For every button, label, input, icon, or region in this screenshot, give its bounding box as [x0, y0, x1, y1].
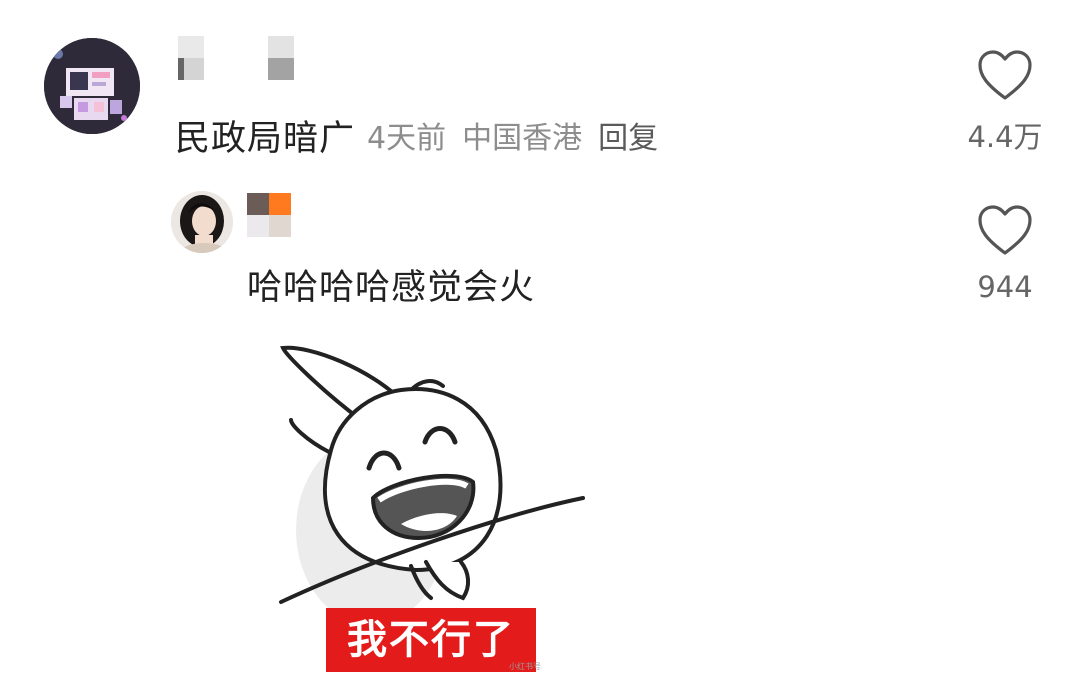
sticker-watermark: 小红书号 [509, 662, 541, 671]
pixel-robot-avatar-image [44, 38, 140, 134]
like-count: 4.4万 [967, 120, 1043, 154]
commenter-avatar[interactable] [44, 38, 140, 134]
comment-row: 民政局暗广 4天前 中国香港 回复 [175, 110, 658, 160]
like-count: 944 [977, 270, 1033, 304]
sticker-caption: 我不行了 [326, 608, 536, 672]
heart-outline-icon[interactable] [976, 203, 1034, 259]
comment-text: 民政局暗广 [175, 118, 356, 159]
replier-username-censored[interactable] [247, 193, 297, 237]
heart-outline-icon[interactable] [976, 48, 1034, 104]
comment-location: 中国香港 [462, 121, 583, 156]
sticker-image[interactable]: 我不行了 小红书号 [251, 330, 607, 692]
replier-avatar[interactable] [171, 191, 233, 253]
comment-time: 4天前 [367, 121, 447, 156]
reply-text: 哈哈哈哈感觉会火 [247, 268, 536, 308]
commenter-username-censored[interactable] [178, 36, 308, 82]
portrait-avatar-image [171, 191, 233, 253]
reply-button[interactable]: 回复 [598, 113, 658, 157]
